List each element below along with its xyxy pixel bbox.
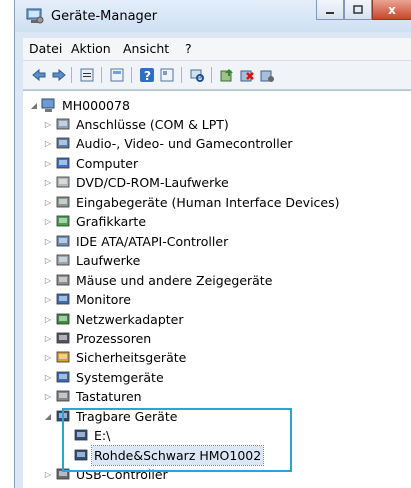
minimize-button[interactable] [316,0,344,20]
disk-drive-icon [56,254,70,266]
tree-category[interactable]: ▷ Sicherheitsgeräte [43,348,363,367]
network-adapter-icon [56,313,70,324]
ide-controller-icon [56,235,70,247]
expand-arrow-icon[interactable]: ▷ [43,387,53,406]
minimize-icon [326,11,334,14]
collapse-arrow-icon[interactable]: ◢ [29,96,39,115]
console-icon[interactable] [109,67,125,83]
menu-bar: Datei Aktion Ansicht ? [23,38,411,61]
tree-label: IDE ATA/ATAPI-Controller [76,233,229,249]
tree-category[interactable]: ▷ Eingabegeräte (Human Interface Devices) [43,193,363,212]
tree-category[interactable]: ▷ Mäuse und andere Zeigegeräte [43,271,363,290]
tree-category[interactable]: ▷ IDE ATA/ATAPI-Controller [43,232,363,251]
expand-arrow-icon[interactable]: ▷ [43,232,53,251]
tree-label: Monitore [76,292,131,308]
system-device-icon [56,371,70,383]
title-bar[interactable]: Geräte-Manager x [15,0,411,32]
scan-icon[interactable] [189,67,205,83]
expand-arrow-icon[interactable]: ▷ [43,173,53,192]
maximize-icon [353,4,363,14]
svg-text:?: ? [144,69,151,83]
display-adapter-icon [56,215,70,227]
tree-label: Anschlüsse (COM & LPT) [76,117,229,132]
tree-label: Laufwerke [76,253,141,269]
tree-label: Netzwerkadapter [76,311,184,327]
port-icon [56,118,70,130]
tree-category[interactable]: ▷ Audio-, Video- und Gamecontroller [43,134,363,153]
close-icon: x [388,2,396,17]
expand-arrow-icon[interactable]: ▷ [43,348,53,367]
audio-icon [56,138,70,149]
window-title: Geräte-Manager [51,9,158,24]
device-manager-icon [26,8,44,24]
tree-label: Mäuse und andere Zeigegeräte [76,272,273,288]
tree-label: Grafikkarte [76,214,147,230]
menu-aktion[interactable]: Aktion [71,41,111,56]
tree-label: DVD/CD-ROM-Laufwerke [76,175,229,191]
close-button[interactable]: x [372,0,411,20]
root-label: MH000078 [62,98,130,113]
tree-label: Tastaturen [76,389,142,405]
computer-icon [56,157,70,169]
expand-arrow-icon[interactable]: ▷ [43,290,53,309]
forward-icon[interactable] [51,67,67,83]
expand-arrow-icon[interactable]: ▷ [43,212,53,231]
tree-label: Eingabegeräte (Human Interface Devices) [76,194,340,210]
expand-arrow-icon[interactable]: ▷ [43,193,53,212]
highlight-box [62,408,292,472]
tree-label: Computer [76,155,139,171]
tree-root[interactable]: ◢ MH000078 [29,96,229,115]
tree-category[interactable]: ▷ Grafikkarte [43,212,363,231]
expand-arrow-icon[interactable]: ▷ [43,368,53,387]
properties-icon[interactable] [79,67,95,83]
mouse-icon [56,274,70,285]
tree-label: Sicherheitsgeräte [76,350,187,366]
tree-category[interactable]: ▷ Prozessoren [43,329,363,348]
keyboard-icon [56,390,70,402]
tree-category[interactable]: ▷ DVD/CD-ROM-Laufwerke [43,173,363,192]
device-manager-window: Geräte-Manager x Datei Aktion Ansicht ? … [14,0,411,488]
menu-ansicht[interactable]: Ansicht [123,41,169,56]
tree-label: Prozessoren [76,330,152,346]
tree-category[interactable]: ▷ Laufwerke [43,251,363,270]
expand-arrow-icon[interactable]: ▷ [43,271,53,290]
collapse-arrow-icon[interactable]: ◢ [43,407,53,426]
tree-label: Audio-, Video- und Gamecontroller [76,136,293,152]
expand-arrow-icon[interactable]: ▷ [43,310,53,329]
dvd-drive-icon [56,176,70,188]
menu-datei[interactable]: Datei [29,41,62,56]
expand-arrow-icon[interactable]: ▷ [43,115,53,134]
disable-icon[interactable] [259,67,275,83]
expand-arrow-icon[interactable]: ▷ [43,154,53,173]
tree-category[interactable]: ▷ Tastaturen [43,387,363,406]
tree-category[interactable]: ▷ Computer [43,154,363,173]
expand-arrow-icon[interactable]: ▷ [43,134,53,153]
monitor-icon [56,293,70,305]
expand-arrow-icon[interactable]: ▷ [43,465,53,484]
view-icon[interactable] [159,67,175,83]
processor-icon [56,332,70,344]
maximize-button[interactable] [344,0,372,20]
tree-category[interactable]: ▷ Anschlüsse (COM & LPT) [43,115,363,134]
security-device-icon [56,351,70,363]
update-driver-icon[interactable] [219,67,235,83]
uninstall-icon[interactable] [239,67,255,83]
back-icon[interactable] [31,67,47,83]
tree-category[interactable]: ▷ Netzwerkadapter [43,310,363,329]
help-icon[interactable]: ? [139,67,155,83]
computer-icon [41,98,55,112]
tree-category[interactable]: ▷ Monitore [43,290,363,309]
toolbar: ? [23,61,411,90]
expand-arrow-icon[interactable]: ▷ [43,251,53,270]
expand-arrow-icon[interactable]: ▷ [43,329,53,348]
hid-icon [56,196,70,208]
menu-help[interactable]: ? [185,41,192,56]
tree-category[interactable]: ▷ Systemgeräte [43,368,363,387]
tree-label: Systemgeräte [76,369,164,385]
